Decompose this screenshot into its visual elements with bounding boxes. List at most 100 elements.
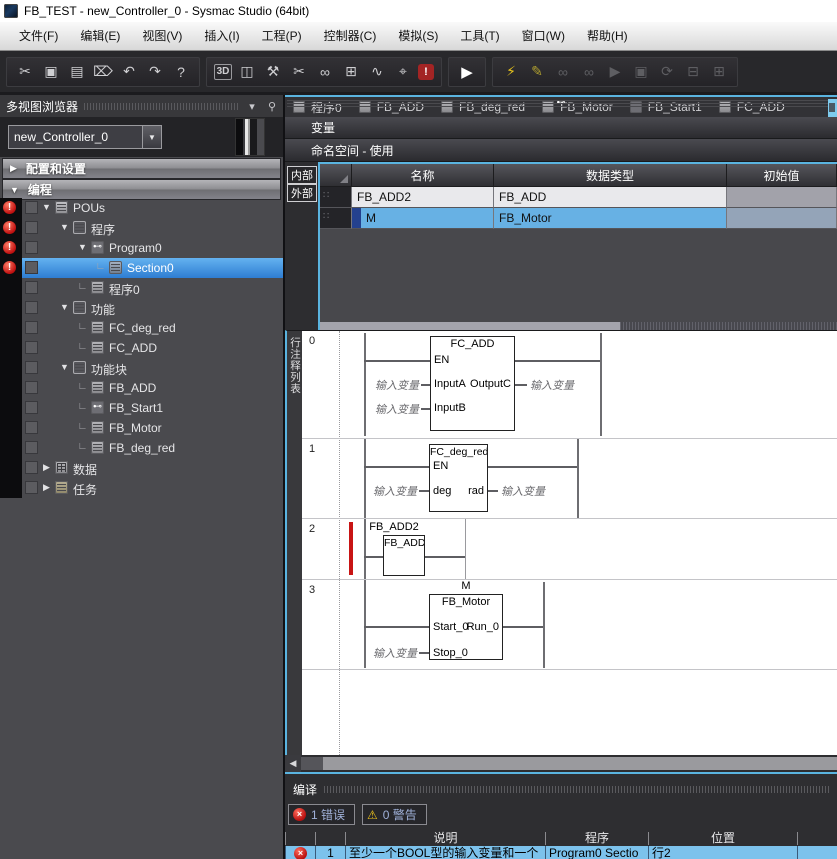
function-block-fb-add2[interactable]: FB_ADD	[383, 535, 425, 576]
function-block-fb-motor[interactable]: FB_Motor Start_0 Run_0 Stop_0	[429, 594, 503, 660]
tree-item-fc-deg-red[interactable]: ∟FC_deg_red	[0, 318, 283, 338]
view-3d-icon[interactable]: 3D	[214, 64, 232, 80]
tree-checkbox[interactable]	[25, 221, 38, 234]
build-tool-icon[interactable]: ⚒	[262, 61, 284, 83]
menu-item-2[interactable]: 视图(V)	[131, 23, 193, 50]
build-panel-header[interactable]: 编译	[285, 774, 837, 798]
input-placeholder[interactable]: 输入变量	[365, 401, 419, 417]
row-handle[interactable]	[320, 208, 352, 229]
grid-hscrollbar[interactable]	[320, 322, 837, 330]
column-header-location[interactable]: 位置	[648, 832, 797, 845]
instance-label[interactable]: M	[429, 580, 503, 592]
scrollbar-track[interactable]	[323, 757, 837, 770]
tree-item-program0[interactable]: !▼Program0	[0, 238, 283, 258]
tree-checkbox[interactable]	[25, 421, 38, 434]
tree-item-program0-st[interactable]: ∟程序0	[0, 278, 283, 298]
menu-item-1[interactable]: 编辑(E)	[69, 23, 131, 50]
column-header-initialvalue[interactable]: 初始值	[727, 164, 837, 187]
menu-item-8[interactable]: 窗口(W)	[511, 23, 576, 50]
variable-init-cell[interactable]	[727, 208, 837, 229]
tree-item-fb-add[interactable]: ∟FB_ADD	[0, 378, 283, 398]
tree-checkbox[interactable]	[25, 401, 38, 414]
scroll-left-button[interactable]	[285, 755, 301, 772]
pin-rad[interactable]: rad	[468, 485, 484, 497]
search-icon[interactable]: ⌖	[392, 61, 414, 83]
menu-item-0[interactable]: 文件(F)	[8, 23, 69, 50]
menu-item-4[interactable]: 工程(P)	[251, 23, 313, 50]
run-mode-icon[interactable]: ▶	[604, 61, 626, 83]
differential-monitor-icon[interactable]: ⊟	[682, 61, 704, 83]
column-header-name[interactable]: 名称	[352, 164, 494, 187]
tab-internal[interactable]: 内部	[287, 166, 317, 184]
function-block-fc-deg-red[interactable]: FC_deg_red EN deg rad	[429, 444, 488, 512]
menu-item-7[interactable]: 工具(T)	[449, 23, 510, 50]
menu-item-5[interactable]: 控制器(C)	[313, 23, 388, 50]
pin-deg[interactable]: deg	[433, 485, 451, 497]
tree-expander[interactable]: ▼	[58, 302, 71, 312]
pin-icon[interactable]: ⚲	[265, 100, 279, 113]
tree-item-tasks[interactable]: ▶任务	[0, 478, 283, 498]
tree-item-data[interactable]: ▶数据	[0, 458, 283, 478]
monitor-icon[interactable]: ∞	[552, 61, 574, 83]
tree-expander[interactable]: ▼	[58, 362, 71, 372]
copy-icon[interactable]: ▣	[40, 61, 62, 83]
variable-name-cell[interactable]: FB_ADD2	[352, 187, 494, 208]
paste-icon[interactable]: ▤	[66, 61, 88, 83]
stop-icon[interactable]: !	[418, 64, 434, 80]
rung-0[interactable]: 0 FC_ADD EN InputA OutputC InputB 输入变量 输…	[302, 331, 837, 438]
tree-checkbox[interactable]	[25, 241, 38, 254]
scrollbar-thumb[interactable]	[320, 322, 620, 330]
warnings-filter-button[interactable]: ⚠ 0 警告	[362, 804, 427, 825]
section-programming[interactable]: ▼ 编程	[2, 179, 281, 200]
tree-checkbox[interactable]	[25, 301, 38, 314]
tree-checkbox[interactable]	[25, 261, 38, 274]
tree-checkbox[interactable]	[25, 481, 38, 494]
column-header-icon[interactable]	[285, 832, 315, 845]
tree-item-fc-add[interactable]: ∟FC_ADD	[0, 338, 283, 358]
input-placeholder[interactable]: 输入变量	[365, 645, 417, 661]
window-layout-icon[interactable]: ◫	[236, 61, 258, 83]
errors-filter-button[interactable]: × 1 错误	[288, 804, 355, 825]
help-icon[interactable]: ?	[170, 61, 192, 83]
tab-external[interactable]: 外部	[287, 184, 317, 202]
tree-item-fb-deg-red[interactable]: ∟FB_deg_red	[0, 438, 283, 458]
program-mode-icon[interactable]: ▣	[630, 61, 652, 83]
undo-icon[interactable]: ↶	[118, 61, 140, 83]
tree-checkbox[interactable]	[25, 201, 38, 214]
editor-tab-fc-add[interactable]: FC_ADD	[715, 99, 798, 115]
build-error-row[interactable]: × 1 至少一个BOOL型的输入变量和一个 Program0 Sectio 行2	[285, 846, 837, 859]
active-tab-sliver[interactable]	[828, 99, 837, 117]
rung-2[interactable]: 2 FB_ADD2 FB_ADD	[302, 518, 837, 579]
row-handle[interactable]	[320, 187, 352, 208]
function-block-fc-add[interactable]: FC_ADD EN InputA OutputC InputB	[430, 336, 515, 431]
tree-checkbox[interactable]	[25, 381, 38, 394]
run-check-icon[interactable]: ▶	[456, 61, 478, 83]
rung-3[interactable]: 3 M FB_Motor Start_0 Run_0 Stop_0 输入变量	[302, 579, 837, 669]
go-offline-icon[interactable]: ✎	[526, 61, 548, 83]
pin-inputa[interactable]: InputA	[434, 378, 466, 390]
section-configuration[interactable]: ▶ 配置和设置	[2, 158, 281, 179]
io-table-icon[interactable]: ⊞	[340, 61, 362, 83]
synchronize-icon[interactable]: ⟳	[656, 61, 678, 83]
tree-checkbox[interactable]	[25, 441, 38, 454]
rung-1[interactable]: 1 FC_deg_red EN deg rad 输入变量 输入变量	[302, 438, 837, 518]
pin-stop0[interactable]: Stop_0	[433, 647, 468, 659]
variable-init-cell[interactable]	[727, 187, 837, 208]
cut-icon[interactable]: ✂	[14, 61, 36, 83]
scrollbar-thumb[interactable]	[301, 757, 323, 770]
output-placeholder[interactable]: 输入变量	[501, 483, 545, 499]
grid-corner-cell[interactable]	[320, 164, 352, 187]
monitor-wave-icon[interactable]: ∿	[366, 61, 388, 83]
tree-checkbox[interactable]	[25, 341, 38, 354]
namespace-bar[interactable]: 命名空间 - 使用	[285, 139, 837, 162]
redo-icon[interactable]: ↷	[144, 61, 166, 83]
ladder-hscrollbar[interactable]	[285, 755, 837, 772]
column-header-index[interactable]	[315, 832, 345, 845]
watch-icon[interactable]: ∞	[314, 61, 336, 83]
pin-inputb[interactable]: InputB	[434, 402, 466, 414]
delete-icon[interactable]: ⌦	[92, 61, 114, 83]
variable-row-m[interactable]: M FB_Motor	[320, 208, 837, 229]
tree-checkbox[interactable]	[25, 281, 38, 294]
tree-item-pous[interactable]: !▼POUs	[0, 198, 283, 218]
controller-selector[interactable]: new_Controller_0 ▼	[8, 125, 162, 149]
